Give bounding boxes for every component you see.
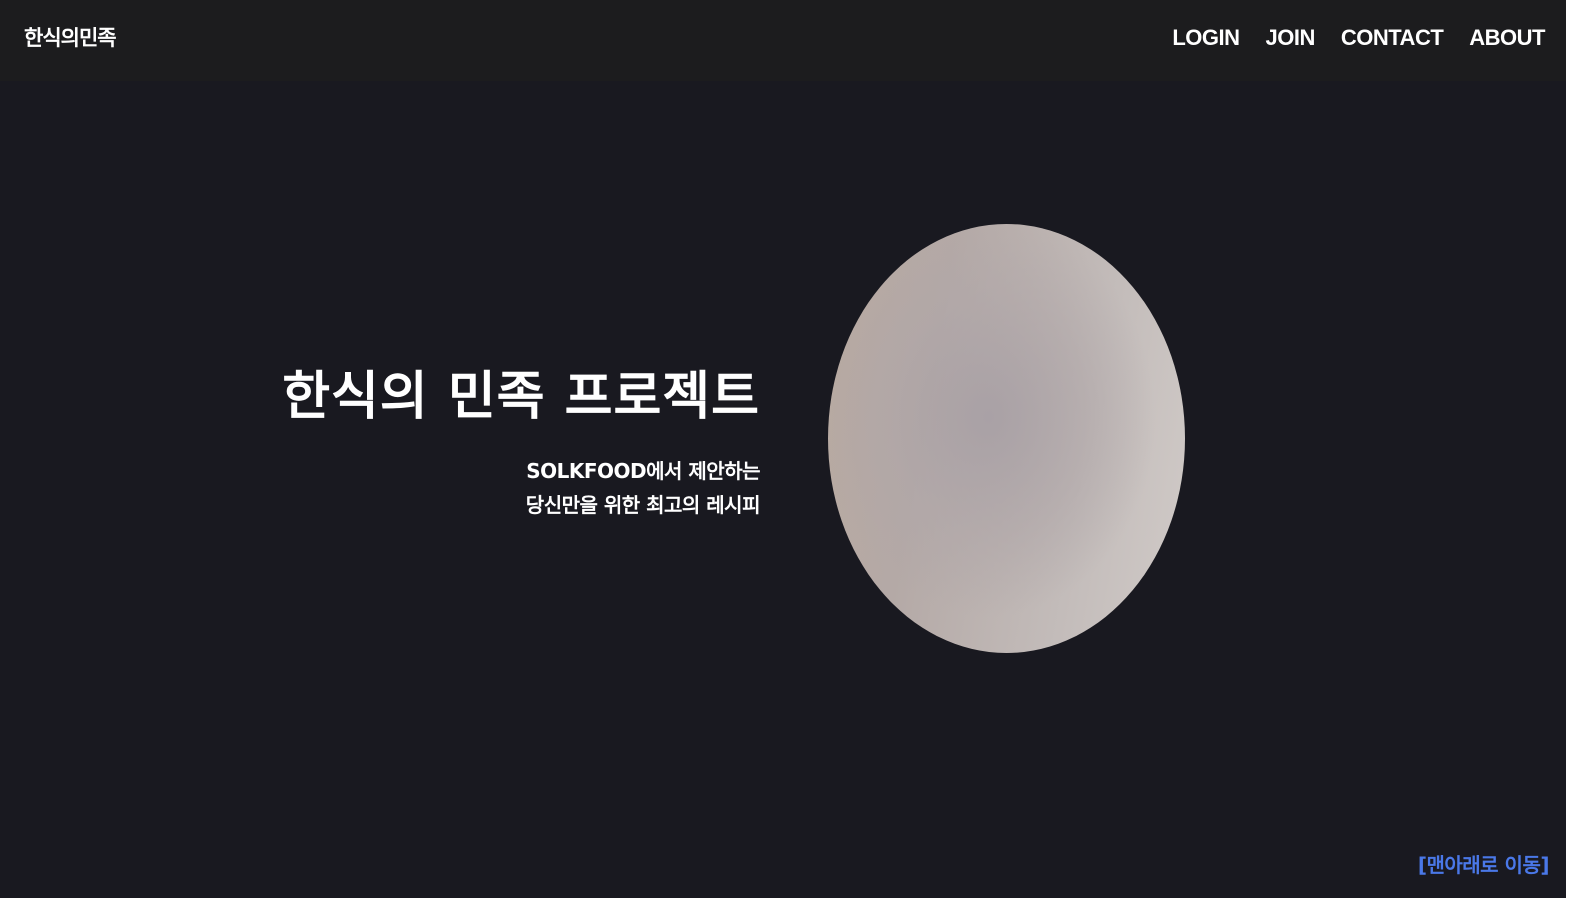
hero-subtitle-line-1: SOLKFOOD에서 제안하는 (526, 459, 760, 483)
nav-join-link[interactable]: JOIN (1266, 24, 1316, 52)
hero-subtitle-line-2: 당신만을 위한 최고의 레시피 (525, 493, 761, 517)
brand-logo-link[interactable]: 한식의민족 (24, 22, 117, 52)
nav-contact-link[interactable]: CONTACT (1341, 24, 1444, 52)
scroll-to-bottom-link[interactable]: [맨아래로 이동] (1418, 849, 1550, 878)
hero-title: 한식의 민족 프로젝트 (282, 367, 760, 427)
top-navbar: 한식의민족 LOGIN JOIN CONTACT ABOUT (0, 0, 1566, 81)
hero-subtitle: SOLKFOOD에서 제안하는 당신만을 위한 최고의 레시피 (282, 454, 761, 522)
nav-login-link[interactable]: LOGIN (1172, 24, 1240, 52)
nav-about-link[interactable]: ABOUT (1469, 24, 1545, 52)
nav-menu: LOGIN JOIN CONTACT ABOUT (1172, 24, 1545, 52)
hero-text-block: 한식의 민족 프로젝트 SOLKFOOD에서 제안하는 당신만을 위한 최고의 … (282, 362, 760, 522)
page: 한식의민족 LOGIN JOIN CONTACT ABOUT 한식의 민족 프로… (0, 0, 1566, 898)
hero-oval-image (828, 224, 1185, 653)
